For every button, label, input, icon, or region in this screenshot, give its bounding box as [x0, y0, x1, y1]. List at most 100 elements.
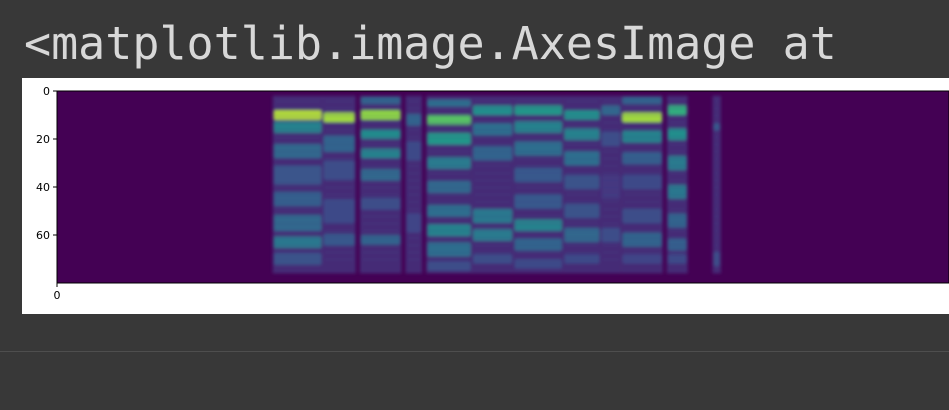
spectrogram-harmonic-line: [623, 179, 661, 181]
spectrogram-harmonic-line: [515, 208, 562, 210]
spectrogram-harmonic-line: [473, 215, 512, 217]
spectrogram-harmonic-line: [565, 237, 599, 239]
spectrogram-harmonic-line: [473, 165, 512, 167]
spectrogram-harmonic-line: [324, 143, 354, 145]
spectrogram-band: [323, 233, 355, 246]
spectrogram-harmonic-line: [714, 244, 719, 246]
spectrogram-harmonic-line: [428, 244, 470, 246]
spectrogram-harmonic-line: [407, 215, 421, 217]
spectrogram-harmonic-line: [473, 107, 512, 109]
spectrogram-harmonic-line: [602, 100, 620, 102]
spectrogram-harmonic-line: [407, 115, 421, 117]
spectrogram-harmonic-line: [428, 237, 470, 239]
spectrogram-harmonic-line: [668, 215, 686, 217]
spectrogram-harmonic-line: [274, 172, 321, 174]
figure-panel: 0 20 40 60 0: [22, 78, 949, 314]
spectrogram-harmonic-line: [623, 201, 661, 203]
spectrogram-harmonic-line: [473, 151, 512, 153]
spectrogram-band: [667, 105, 687, 115]
spectrogram-harmonic-line: [428, 179, 470, 181]
spectrogram-harmonic-line: [361, 223, 400, 225]
spectrogram-harmonic-line: [361, 136, 400, 138]
spectrogram-harmonic-line: [361, 100, 400, 102]
spectrogram-harmonic-line: [428, 143, 470, 145]
spectrogram-harmonic-line: [428, 201, 470, 203]
spectrogram-harmonic-line: [324, 107, 354, 109]
spectrogram-harmonic-line: [473, 172, 512, 174]
spectrogram-harmonic-line: [473, 143, 512, 145]
spectrogram-harmonic-line: [602, 107, 620, 109]
spectrogram-harmonic-line: [602, 201, 620, 203]
spectrogram-harmonic-line: [361, 259, 400, 261]
spectrogram-harmonic-line: [473, 259, 512, 261]
spectrogram-harmonic-line: [714, 194, 719, 196]
spectrogram-harmonic-line: [602, 129, 620, 131]
spectrogram-harmonic-line: [602, 215, 620, 217]
spectrogram-harmonic-line: [473, 179, 512, 181]
y-tick-label: 60: [36, 229, 50, 242]
spectrogram-harmonic-line: [361, 129, 400, 131]
spectrogram-harmonic-line: [623, 165, 661, 167]
spectrogram-band: [601, 105, 621, 115]
spectrogram-harmonic-line: [565, 251, 599, 253]
spectrogram-band: [323, 199, 355, 223]
spectrogram-harmonic-line: [714, 100, 719, 102]
spectrogram-harmonic-line: [714, 122, 719, 124]
spectrogram-harmonic-line: [324, 129, 354, 131]
spectrogram-harmonic-line: [602, 143, 620, 145]
spectrogram-harmonic-line: [565, 187, 599, 189]
spectrogram-band: [360, 169, 401, 181]
spectrogram-harmonic-line: [565, 115, 599, 117]
spectrogram-harmonic-line: [274, 259, 321, 261]
spectrogram-harmonic-line: [515, 136, 562, 138]
spectrogram-harmonic-line: [602, 172, 620, 174]
spectrogram-harmonic-line: [565, 244, 599, 246]
spectrogram-harmonic-line: [274, 136, 321, 138]
spectrogram-harmonic-line: [274, 107, 321, 109]
spectrogram-harmonic-line: [473, 136, 512, 138]
spectrogram-harmonic-line: [565, 122, 599, 124]
spectrogram-harmonic-line: [274, 158, 321, 160]
spectrogram-band: [514, 259, 563, 269]
spectrogram-harmonic-line: [324, 115, 354, 117]
spectrogram-band: [667, 213, 687, 228]
spectrogram-harmonic-line: [407, 100, 421, 102]
spectrogram-harmonic-line: [602, 165, 620, 167]
spectrogram-harmonic-line: [274, 115, 321, 117]
spectrogram-harmonic-line: [602, 187, 620, 189]
spectrogram-harmonic-line: [407, 230, 421, 232]
spectrogram-harmonic-line: [623, 230, 661, 232]
spectrogram-harmonic-line: [515, 165, 562, 167]
spectrogram-energy-bands: [272, 95, 721, 274]
spectrogram-band: [514, 105, 563, 115]
spectrogram-harmonic-line: [428, 165, 470, 167]
spectrogram-harmonic-line: [668, 230, 686, 232]
spectrogram-harmonic-line: [623, 259, 661, 261]
spectrogram-harmonic-line: [473, 208, 512, 210]
spectrogram-harmonic-line: [515, 129, 562, 131]
spectrogram-harmonic-line: [668, 223, 686, 225]
spectrogram-harmonic-line: [407, 179, 421, 181]
spectrogram-harmonic-line: [428, 122, 470, 124]
spectrogram-harmonic-line: [714, 223, 719, 225]
spectrogram-harmonic-line: [602, 122, 620, 124]
spectrogram-band: [273, 191, 322, 207]
spectrogram-harmonic-line: [324, 179, 354, 181]
spectrogram-harmonic-line: [714, 215, 719, 217]
spectrogram-harmonic-line: [623, 244, 661, 246]
spectrogram-harmonic-line: [361, 151, 400, 153]
spectrogram-harmonic-line: [668, 122, 686, 124]
spectrogram-band: [472, 105, 513, 115]
spectrogram-harmonic-line: [473, 201, 512, 203]
spectrogram-harmonic-line: [623, 187, 661, 189]
spectrogram-harmonic-line: [714, 208, 719, 210]
spectrogram-harmonic-line: [473, 237, 512, 239]
spectrogram-harmonic-line: [602, 230, 620, 232]
spectrogram-harmonic-line: [361, 115, 400, 117]
spectrogram-harmonic-line: [602, 251, 620, 253]
spectrogram-harmonic-line: [361, 237, 400, 239]
spectrogram-harmonic-line: [274, 129, 321, 131]
spectrogram-harmonic-line: [668, 151, 686, 153]
spectrogram-harmonic-line: [515, 179, 562, 181]
spectrogram-harmonic-line: [473, 100, 512, 102]
